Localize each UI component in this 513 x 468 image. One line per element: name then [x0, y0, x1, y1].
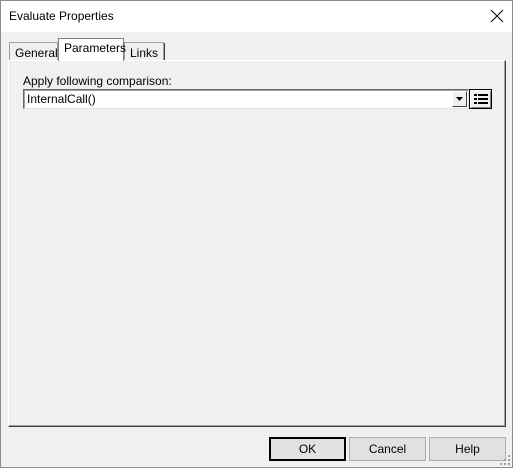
tab-links-label: Links — [130, 46, 159, 60]
comparison-combobox[interactable]: InternalCall() — [23, 89, 469, 109]
cancel-button[interactable]: Cancel — [349, 437, 426, 461]
resize-grip-icon[interactable] — [499, 454, 511, 466]
tab-general-label: General — [15, 46, 58, 60]
help-button[interactable]: Help — [429, 437, 506, 461]
tab-parameters-label: Parameters — [64, 41, 127, 55]
window-title: Evaluate Properties — [9, 9, 114, 23]
comparison-label: Apply following comparison: — [23, 74, 172, 88]
tab-links[interactable]: Links — [124, 42, 165, 62]
tab-parameters[interactable]: Parameters — [58, 38, 127, 61]
comparison-value: InternalCall() — [27, 92, 96, 106]
parameters-panel: Apply following comparison: InternalCall… — [8, 60, 506, 427]
close-button[interactable] — [482, 1, 512, 31]
comparison-dropdown-button[interactable] — [452, 91, 467, 107]
evaluate-properties-dialog: Evaluate Properties General Parameters L… — [0, 0, 513, 468]
close-icon — [490, 9, 504, 23]
ok-button[interactable]: OK — [269, 437, 346, 461]
list-icon — [474, 94, 488, 104]
tab-general[interactable]: General — [9, 42, 58, 61]
title-bar: Evaluate Properties — [1, 1, 512, 32]
comparison-list-button[interactable] — [469, 89, 492, 109]
chevron-down-icon — [456, 97, 463, 101]
